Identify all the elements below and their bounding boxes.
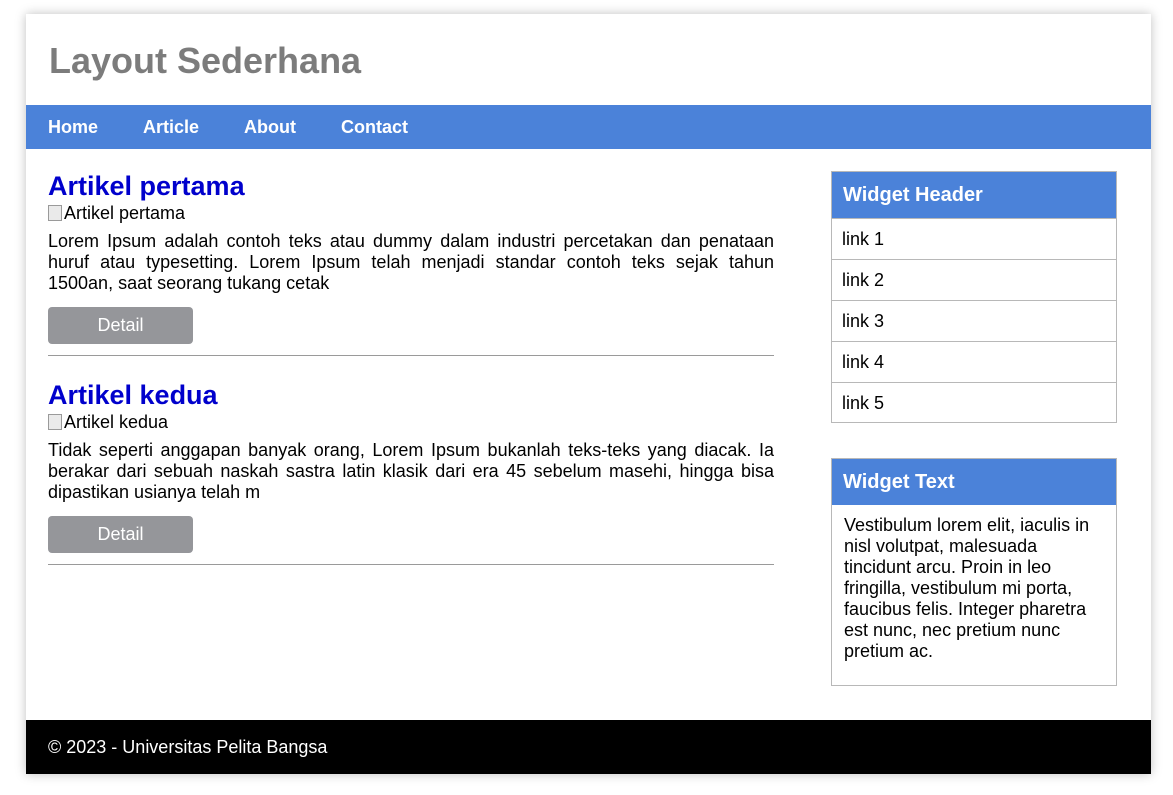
site-title: Layout Sederhana bbox=[49, 40, 362, 81]
footer-copyright: © 2023 - Universitas Pelita Bangsa bbox=[48, 737, 328, 757]
detail-button[interactable]: Detail bbox=[48, 516, 193, 553]
nav-item-contact[interactable]: Contact bbox=[341, 105, 408, 149]
widget-text-title: Widget Text bbox=[832, 459, 1116, 505]
page-container: Layout Sederhana Home Article About Cont… bbox=[26, 14, 1151, 774]
widget-text-body: Vestibulum lorem elit, iaculis in nisl v… bbox=[844, 515, 1090, 661]
widget-link-5[interactable]: link 5 bbox=[832, 382, 1116, 423]
widget-links: Widget Header link 1 link 2 link 3 link … bbox=[831, 171, 1117, 423]
article-divider bbox=[48, 355, 774, 356]
article-title[interactable]: Artikel kedua bbox=[48, 378, 218, 412]
widget-link-4[interactable]: link 4 bbox=[832, 341, 1116, 382]
widget-link-3[interactable]: link 3 bbox=[832, 300, 1116, 341]
article-image: Artikel pertama bbox=[48, 203, 185, 223]
broken-image-icon bbox=[48, 414, 62, 430]
article-excerpt: Tidak seperti anggapan banyak orang, Lor… bbox=[48, 440, 774, 502]
article-image-alt: Artikel kedua bbox=[64, 412, 169, 432]
widget-header-title: Widget Header bbox=[832, 172, 1116, 218]
widget-link-2[interactable]: link 2 bbox=[832, 259, 1116, 300]
detail-button[interactable]: Detail bbox=[48, 307, 193, 344]
site-footer: © 2023 - Universitas Pelita Bangsa bbox=[26, 720, 1151, 774]
site-header: Layout Sederhana bbox=[26, 14, 1151, 105]
widget-text: Widget Text Vestibulum lorem elit, iacul… bbox=[831, 458, 1117, 686]
article-image-alt: Artikel pertama bbox=[64, 203, 186, 223]
article-excerpt: Lorem Ipsum adalah contoh teks atau dumm… bbox=[48, 231, 774, 293]
nav-item-article[interactable]: Article bbox=[143, 105, 199, 149]
main-nav: Home Article About Contact bbox=[26, 105, 1151, 149]
broken-image-icon bbox=[48, 205, 62, 221]
nav-item-about[interactable]: About bbox=[244, 105, 296, 149]
widget-link-1[interactable]: link 1 bbox=[832, 218, 1116, 259]
article-image: Artikel kedua bbox=[48, 412, 168, 432]
article-title[interactable]: Artikel pertama bbox=[48, 169, 245, 203]
article-divider bbox=[48, 564, 774, 565]
nav-item-home[interactable]: Home bbox=[48, 105, 98, 149]
